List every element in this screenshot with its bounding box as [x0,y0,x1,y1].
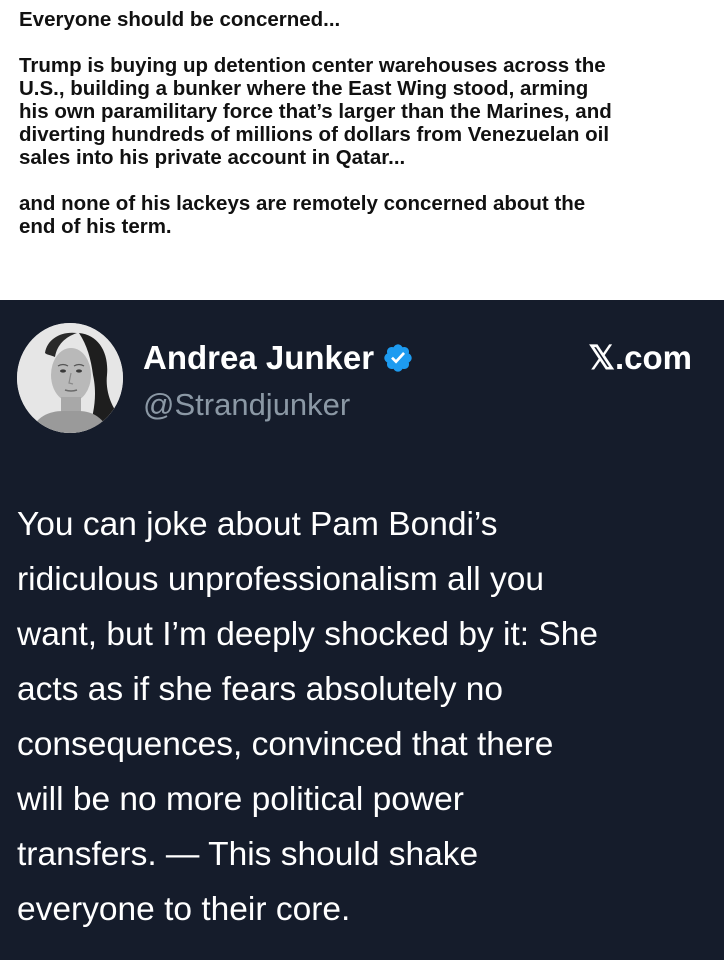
avatar-portrait-icon [17,323,123,433]
author-name-row: Andrea Junker [143,335,414,381]
caption-paragraph: and none of his lackeys are remotely con… [19,192,704,238]
tweet-text-line: acts as if she fears absolutely no [17,671,504,708]
verified-badge-icon [382,342,414,374]
caption-line: diverting hundreds of millions of dollar… [19,123,610,146]
caption-line: and none of his lackeys are remotely con… [19,192,586,215]
tweet-text-line: will be no more political power [17,781,464,818]
tweet-text-line: everyone to their core. [17,891,351,928]
tweet-text-line: transfers. — This should shake [17,836,479,873]
tweet-text-line: You can joke about Pam Bondi’s [17,506,498,543]
author-handle[interactable]: @Strandjunker [143,387,350,423]
caption-paragraph: Trump is buying up detention center ware… [19,54,704,169]
tweet-card: Andrea Junker @Strandjunker 𝕏.com You ca… [0,300,724,960]
avatar[interactable] [17,323,123,433]
tweet-text-line: ridiculous unprofessionalism all you [17,561,544,598]
caption-line: his own paramilitary force that’s larger… [19,100,612,123]
author-display-name[interactable]: Andrea Junker [143,339,374,377]
caption-headline: Everyone should be concerned... [19,8,341,31]
caption-line: U.S., building a bunker where the East W… [19,77,589,100]
site-label: 𝕏.com [588,339,692,376]
caption-line: sales into his private account in Qatar.… [19,146,406,169]
tweet-text-line: consequences, convinced that there [17,726,554,763]
caption-line: end of his term. [19,215,172,238]
caption-line: Trump is buying up detention center ware… [19,54,606,77]
tweet-text-line: want, but I’m deeply shocked by it: She [17,616,598,653]
post-caption: Everyone should be concerned... Trump is… [0,0,724,300]
tweet-text: You can joke about Pam Bondi’s ridiculou… [17,497,712,937]
